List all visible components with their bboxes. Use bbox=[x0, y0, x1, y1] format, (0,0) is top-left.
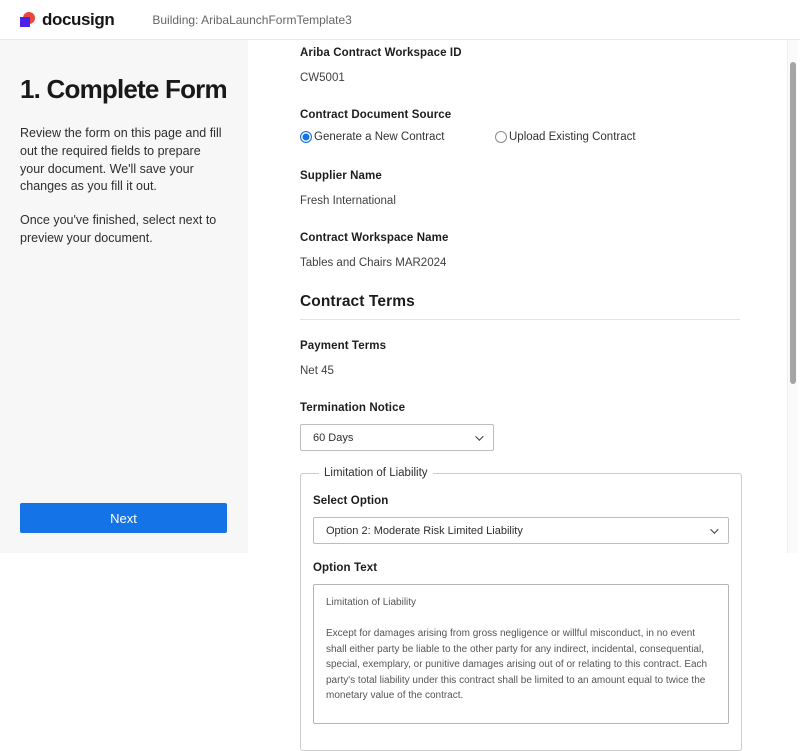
radio-selected-icon[interactable] bbox=[300, 131, 312, 143]
section-divider bbox=[300, 319, 740, 320]
docusign-logo-icon bbox=[20, 12, 35, 27]
radio-generate-new-contract[interactable]: Generate a New Contract bbox=[300, 131, 495, 143]
select-option-label: Select Option bbox=[313, 495, 729, 507]
workspace-name-value: Tables and Chairs MAR2024 bbox=[300, 257, 740, 269]
limitation-of-liability-fieldset: Limitation of Liability Select Option Op… bbox=[300, 467, 742, 751]
scrollbar-track[interactable] bbox=[787, 40, 797, 553]
limitation-of-liability-legend: Limitation of Liability bbox=[319, 467, 433, 479]
radio-upload-label: Upload Existing Contract bbox=[509, 131, 636, 143]
contract-terms-section-title: Contract Terms bbox=[300, 293, 740, 311]
workspace-name-label: Contract Workspace Name bbox=[300, 232, 740, 244]
payment-terms-value: Net 45 bbox=[300, 365, 740, 377]
instructions-paragraph-1: Review the form on this page and fill ou… bbox=[20, 125, 228, 196]
liability-option-selected-value: Option 2: Moderate Risk Limited Liabilit… bbox=[326, 525, 523, 537]
step-title: 1. Complete Form bbox=[20, 74, 228, 105]
option-text-textarea[interactable]: Limitation of Liability Except for damag… bbox=[313, 584, 729, 724]
payment-terms-label: Payment Terms bbox=[300, 340, 740, 352]
termination-notice-select[interactable]: 60 Days bbox=[300, 424, 494, 451]
chevron-down-icon bbox=[475, 432, 483, 440]
chevron-down-icon bbox=[710, 525, 718, 533]
logo-purple-square-icon bbox=[20, 17, 30, 27]
workspace-id-label: Ariba Contract Workspace ID bbox=[300, 47, 740, 59]
form-panel: Ariba Contract Workspace ID CW5001 Contr… bbox=[248, 40, 800, 553]
sidebar: 1. Complete Form Review the form on this… bbox=[0, 40, 248, 553]
app-header: docusign Building: AribaLaunchFormTempla… bbox=[0, 0, 800, 40]
liability-option-select[interactable]: Option 2: Moderate Risk Limited Liabilit… bbox=[313, 517, 729, 544]
next-button[interactable]: Next bbox=[20, 503, 227, 533]
option-text-label: Option Text bbox=[313, 562, 729, 574]
docusign-logo-text: docusign bbox=[42, 10, 114, 30]
scrollbar-thumb[interactable] bbox=[790, 62, 796, 384]
radio-unselected-icon[interactable] bbox=[495, 131, 507, 143]
document-source-radio-group: Generate a New Contract Upload Existing … bbox=[300, 131, 740, 143]
instructions-paragraph-2: Once you've finished, select next to pre… bbox=[20, 212, 228, 248]
radio-upload-existing-contract[interactable]: Upload Existing Contract bbox=[495, 131, 636, 143]
docusign-logo: docusign bbox=[20, 10, 114, 30]
supplier-name-label: Supplier Name bbox=[300, 170, 740, 182]
termination-notice-label: Termination Notice bbox=[300, 402, 740, 414]
radio-generate-label: Generate a New Contract bbox=[314, 131, 444, 143]
supplier-name-value: Fresh International bbox=[300, 195, 740, 207]
building-template-label: Building: AribaLaunchFormTemplate3 bbox=[152, 13, 351, 27]
termination-notice-selected-value: 60 Days bbox=[313, 432, 353, 444]
workspace-id-value: CW5001 bbox=[300, 72, 740, 84]
document-source-label: Contract Document Source bbox=[300, 109, 740, 121]
